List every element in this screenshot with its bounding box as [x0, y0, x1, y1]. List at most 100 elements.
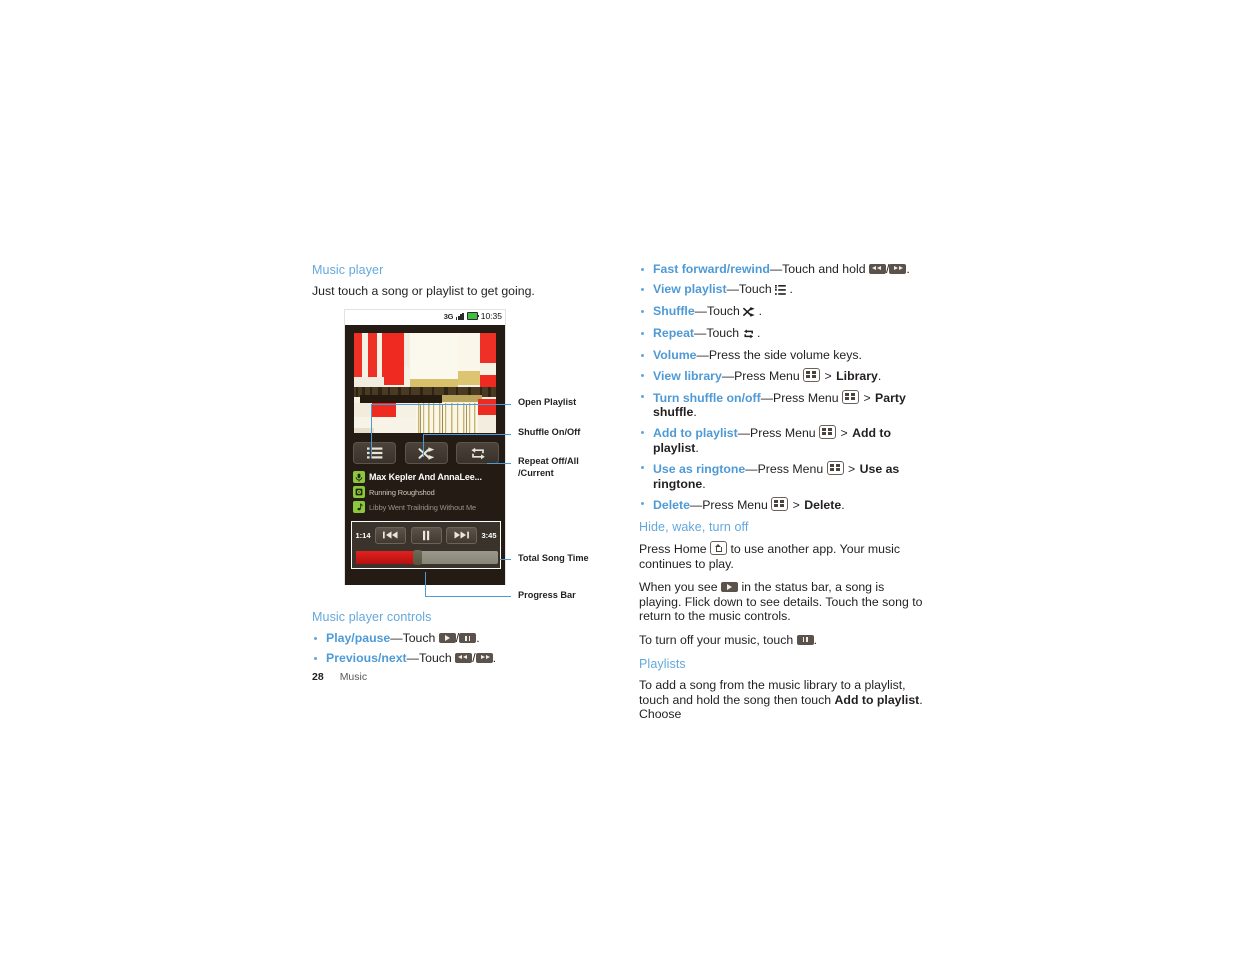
bullet-gt: > — [789, 497, 804, 512]
bullet-text: —Press Menu — [737, 426, 820, 441]
leader-shuffle-vertical — [423, 434, 425, 457]
bullet-dot — [641, 331, 644, 335]
bullet-text: —Touch — [694, 326, 743, 341]
leader-open-playlist-horizontal — [371, 404, 511, 406]
page-footer: 28 Music — [312, 671, 367, 683]
callout-shuffle-on-off: Shuffle On/Off — [518, 427, 581, 437]
repeat-button[interactable] — [456, 442, 499, 464]
network-label: 3G — [443, 311, 454, 321]
pause-button-icon — [459, 633, 477, 643]
artist-mic-icon — [353, 471, 365, 483]
left-column: Music player Just touch a song or playli… — [312, 262, 612, 308]
callout-open-playlist: Open Playlist — [518, 397, 577, 407]
bullet-shuffle: Shuffle—Touch . — [639, 304, 929, 321]
section-title-hide-wake: Hide, wake, turn off — [639, 520, 749, 535]
repeat-glyph-icon — [743, 328, 754, 343]
callout-repeat: Repeat Off/All /Current — [518, 456, 579, 479]
bullet-bold: Library — [836, 369, 878, 384]
bullet-text: —Touch and hold — [769, 262, 869, 276]
bullet-text: —Press Menu — [760, 390, 843, 405]
hide-p2-a: When you see — [639, 580, 722, 595]
album-row[interactable]: Running Roughshod — [353, 486, 501, 498]
bullet-fast-forward-rewind: Fast forward/rewind—Touch and hold /. — [639, 262, 929, 277]
pause-button-icon — [796, 634, 814, 645]
bullet-dot — [641, 430, 644, 434]
leader-progress-horizontal — [425, 596, 511, 598]
bullet-term: View library — [653, 369, 722, 384]
callout-progress-bar: Progress Bar — [518, 590, 576, 600]
bullet-text: —Touch — [726, 282, 776, 297]
menu-key-icon — [819, 425, 837, 440]
phone-screen: Max Kepler And AnnaLee... Running Roughs… — [345, 325, 505, 585]
previous-button[interactable] — [375, 526, 406, 544]
bullet-text: —Press Menu — [689, 497, 772, 512]
bullet-use-as-ringtone: Use as ringtone—Press Menu > Use as ring… — [639, 460, 929, 491]
bullet-dot — [641, 373, 644, 377]
section-title-controls: Music player controls — [312, 610, 432, 624]
play-button-icon — [438, 633, 456, 643]
bullet-tail: . — [695, 440, 699, 455]
next-button-icon — [475, 653, 493, 664]
hide-p3-a: To turn off your music, touch — [639, 632, 797, 647]
transport-buttons — [374, 526, 478, 544]
page-number: 28 — [312, 671, 324, 683]
bullet-term: Turn shuffle on/off — [653, 390, 761, 405]
shuffle-glyph-icon — [743, 306, 755, 321]
manual-page: Music player Just touch a song or playli… — [0, 0, 1235, 954]
bullet-term: View playlist — [653, 282, 727, 297]
bullet-text: —Touch — [694, 304, 744, 319]
callout-repeat-line1: Repeat Off/All — [518, 456, 579, 466]
open-playlist-button[interactable] — [353, 442, 396, 464]
controls-bullet-list: Play/pause—Touch /. Previous/next—Touch … — [312, 631, 612, 666]
total-time: 3:45 — [481, 530, 497, 540]
chapter-name: Music — [339, 671, 368, 683]
progress-thumb[interactable] — [412, 550, 422, 565]
bullet-view-playlist: View playlist—Touch . — [639, 282, 929, 299]
bullet-gt: > — [821, 369, 836, 384]
leader-repeat-horizontal — [487, 463, 511, 465]
bullet-term: Repeat — [653, 326, 695, 341]
bullet-tail: . — [841, 497, 845, 512]
playback-mode-buttons — [353, 441, 499, 465]
shuffle-button[interactable] — [404, 442, 448, 464]
song-row[interactable]: Libby Went Trailriding Without Me — [353, 501, 501, 513]
section-title-music-player: Music player — [312, 263, 384, 277]
fastforward-button-icon — [889, 264, 907, 274]
bullet-term: Previous/next — [326, 651, 407, 666]
pause-button[interactable] — [410, 526, 442, 544]
bullet-dot — [641, 502, 644, 506]
bullet-dot — [641, 466, 644, 470]
status-bar-clock: 10:35 — [480, 311, 502, 321]
bullet-text: —Press Menu — [745, 461, 827, 476]
playlists-bold: Add to playlist — [834, 692, 920, 707]
song-note-icon — [353, 501, 365, 513]
phone-mockup: 3G 10:35 Max Kepler And AnnaLee... Runni… — [344, 309, 506, 585]
next-icon — [454, 531, 469, 539]
next-button[interactable] — [446, 526, 477, 544]
status-bar-indicators: 3G 10:35 — [444, 311, 502, 321]
bullet-repeat: Repeat—Touch . — [639, 326, 929, 343]
artist-row[interactable]: Max Kepler And AnnaLee... — [353, 471, 501, 483]
bullet-bold: Delete — [804, 497, 842, 512]
menu-key-icon — [826, 460, 844, 475]
playlist-glyph-icon — [775, 284, 786, 299]
menu-key-icon — [803, 368, 821, 383]
album-disc-icon — [353, 486, 365, 498]
bullet-gt: > — [844, 461, 859, 476]
repeat-icon — [470, 447, 485, 459]
leader-total-time-horizontal — [500, 559, 511, 561]
callout-repeat-line2: /Current — [518, 467, 554, 478]
leader-open-playlist-vertical — [371, 404, 373, 457]
bullet-dot — [641, 353, 644, 357]
bullet-add-to-playlist: Add to playlist—Press Menu > Add to play… — [639, 425, 929, 455]
hide-wake-turnoff-section: Hide, wake, turn off Press Home to use a… — [639, 519, 929, 647]
bullet-dash: —Touch — [390, 631, 439, 645]
bullet-dot — [314, 636, 317, 640]
phone-status-bar: 3G 10:35 — [345, 310, 505, 325]
album-art — [354, 333, 496, 433]
bullet-dot — [641, 395, 644, 399]
now-playing-info: Max Kepler And AnnaLee... Running Roughs… — [353, 471, 501, 516]
hide-p3-b: . — [813, 632, 818, 647]
progress-bar[interactable] — [356, 550, 498, 565]
bullet-tail: . — [755, 304, 763, 319]
